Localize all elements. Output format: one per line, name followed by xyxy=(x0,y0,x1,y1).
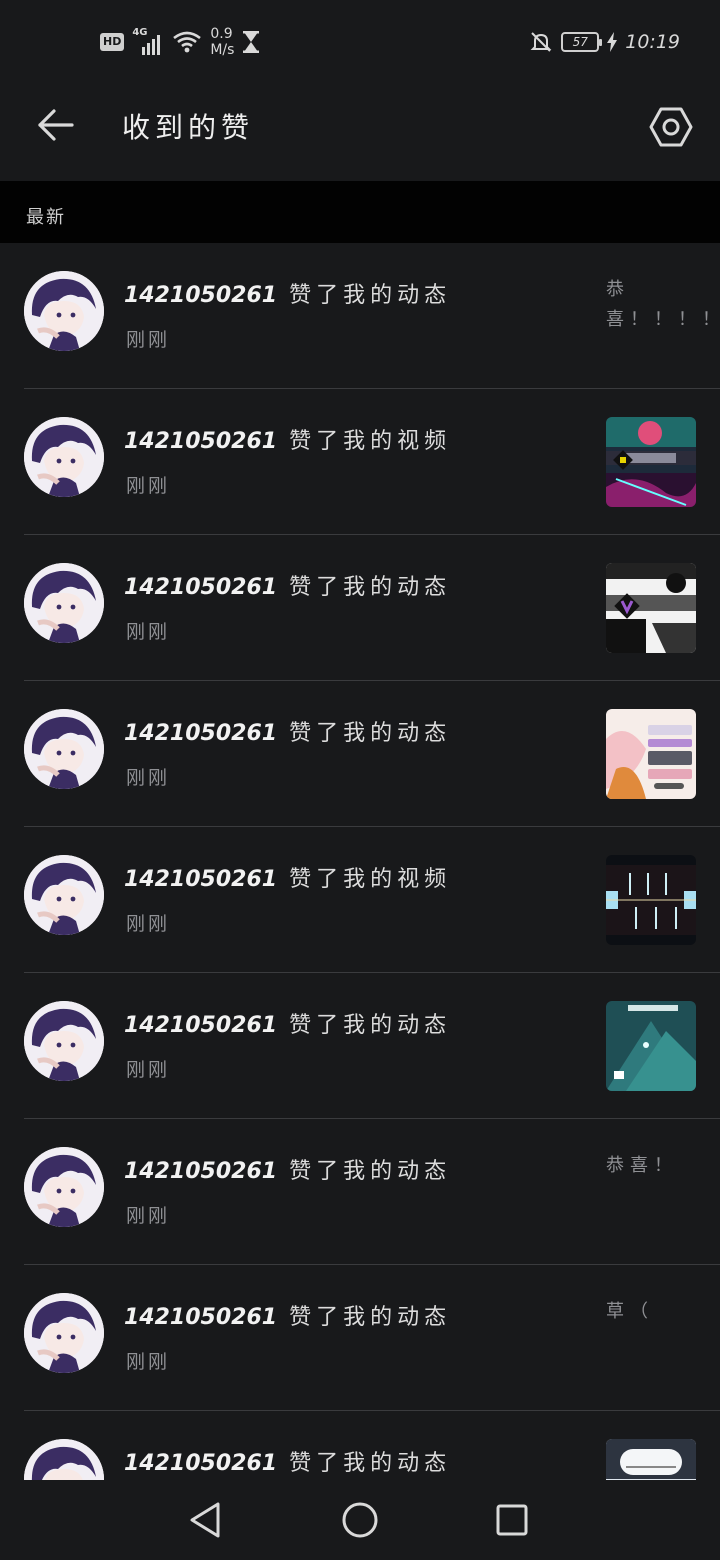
preview-thumbnail[interactable] xyxy=(606,563,696,653)
action-text: 赞了我的视频 xyxy=(289,867,452,892)
list-item[interactable]: 1421050261 赞了我的动态 刚刚 xyxy=(0,681,720,827)
status-right: 57 10:19 xyxy=(529,30,680,54)
action-text: 赞了我的动态 xyxy=(289,1159,452,1184)
username[interactable]: 1421050261 xyxy=(124,575,277,600)
avatar[interactable] xyxy=(24,417,104,497)
username[interactable]: 1421050261 xyxy=(124,1451,277,1476)
username[interactable]: 1421050261 xyxy=(124,1159,277,1184)
action-text: 赞了我的动态 xyxy=(289,1305,452,1330)
preview-thumbnail[interactable] xyxy=(606,709,696,799)
timestamp: 刚刚 xyxy=(126,475,171,497)
back-button[interactable] xyxy=(28,102,84,148)
preview-thumbnail[interactable] xyxy=(606,1001,696,1091)
list-item[interactable]: 1421050261 赞了我的动态 xyxy=(0,1411,720,1480)
action-text: 赞了我的动态 xyxy=(289,721,452,746)
timestamp: 刚刚 xyxy=(126,767,171,789)
notification-line: 1421050261 赞了我的动态 xyxy=(124,1445,451,1477)
list-item[interactable]: 1421050261 赞了我的视频 刚刚 xyxy=(0,827,720,973)
preview-text[interactable]: 草（ xyxy=(606,1297,696,1327)
timestamp: 刚刚 xyxy=(126,621,171,643)
notification-line: 1421050261 赞了我的视频 xyxy=(124,423,451,455)
list-item[interactable]: 1421050261 赞了我的动态 刚刚 恭喜！！！！… xyxy=(0,243,720,389)
settings-button[interactable] xyxy=(646,102,696,152)
username[interactable]: 1421050261 xyxy=(124,867,277,892)
preview-thumbnail[interactable] xyxy=(606,1439,696,1480)
list-item[interactable]: 1421050261 赞了我的视频 刚刚 xyxy=(0,389,720,535)
navigation-bar xyxy=(0,1480,720,1560)
hd-badge: HD xyxy=(100,33,125,51)
preview-thumbnail[interactable] xyxy=(606,417,696,507)
nav-home-button[interactable] xyxy=(340,1500,380,1540)
notification-line: 1421050261 赞了我的动态 xyxy=(124,1153,451,1185)
username[interactable]: 1421050261 xyxy=(124,1013,277,1038)
nav-recents-button[interactable] xyxy=(492,1500,532,1540)
network-speed: 0.9 M/s xyxy=(210,26,234,58)
timestamp: 刚刚 xyxy=(126,1351,171,1373)
section-header: 最新 xyxy=(0,181,720,243)
action-text: 赞了我的动态 xyxy=(289,1451,452,1476)
preview-text[interactable]: 恭喜！ xyxy=(606,1151,696,1181)
preview-text[interactable]: 恭喜！！！！… xyxy=(606,275,720,335)
avatar[interactable] xyxy=(24,271,104,351)
hourglass-icon xyxy=(243,31,260,53)
timestamp: 刚刚 xyxy=(126,1059,171,1081)
section-label-latest: 最新 xyxy=(26,207,66,228)
notification-line: 1421050261 赞了我的动态 xyxy=(124,715,451,747)
avatar[interactable] xyxy=(24,709,104,789)
charging-bolt-icon xyxy=(607,32,618,52)
notification-line: 1421050261 赞了我的视频 xyxy=(124,861,451,893)
action-text: 赞了我的动态 xyxy=(289,575,452,600)
avatar[interactable] xyxy=(24,1439,104,1480)
timestamp: 刚刚 xyxy=(126,329,171,351)
action-text: 赞了我的动态 xyxy=(289,1013,452,1038)
avatar[interactable] xyxy=(24,1147,104,1227)
back-arrow-icon xyxy=(38,109,74,141)
notification-line: 1421050261 赞了我的动态 xyxy=(124,1007,451,1039)
notification-line: 1421050261 赞了我的动态 xyxy=(124,569,451,601)
list-item[interactable]: 1421050261 赞了我的动态 刚刚 xyxy=(0,535,720,681)
settings-hexagon-icon xyxy=(649,107,693,147)
username[interactable]: 1421050261 xyxy=(124,429,277,454)
notification-line: 1421050261 赞了我的动态 xyxy=(124,277,451,309)
avatar[interactable] xyxy=(24,1001,104,1081)
preview-thumbnail[interactable] xyxy=(606,855,696,945)
avatar[interactable] xyxy=(24,855,104,935)
avatar[interactable] xyxy=(24,563,104,643)
username[interactable]: 1421050261 xyxy=(124,283,277,308)
clock: 10:19 xyxy=(625,31,680,53)
action-text: 赞了我的动态 xyxy=(289,283,452,308)
title-bar: 收到的赞 xyxy=(0,84,720,180)
likes-list[interactable]: 1421050261 赞了我的动态 刚刚 恭喜！！！！… 1421050261 … xyxy=(0,243,720,1480)
bell-off-icon xyxy=(530,32,552,52)
cellular-signal-icon: 4G xyxy=(132,27,164,55)
list-item[interactable]: 1421050261 赞了我的动态 刚刚 xyxy=(0,973,720,1119)
status-left: HD 4G 0.9 M/s xyxy=(100,26,260,58)
page-title: 收到的赞 xyxy=(122,111,255,144)
circle-home-icon xyxy=(342,1502,378,1538)
notification-line: 1421050261 赞了我的动态 xyxy=(124,1299,451,1331)
username[interactable]: 1421050261 xyxy=(124,1305,277,1330)
list-item[interactable]: 1421050261 赞了我的动态 刚刚 恭喜！ xyxy=(0,1119,720,1265)
action-text: 赞了我的视频 xyxy=(289,429,452,454)
square-recents-icon xyxy=(496,1504,528,1536)
status-bar: HD 4G 0.9 M/s 57 10:19 xyxy=(0,0,720,84)
avatar[interactable] xyxy=(24,1293,104,1373)
nav-back-button[interactable] xyxy=(186,1500,226,1540)
timestamp: 刚刚 xyxy=(126,1205,171,1227)
wifi-icon xyxy=(173,31,202,53)
list-item[interactable]: 1421050261 赞了我的动态 刚刚 草（ xyxy=(0,1265,720,1411)
speed-unit: M/s xyxy=(210,42,235,58)
triangle-back-icon xyxy=(190,1502,220,1538)
username[interactable]: 1421050261 xyxy=(124,721,277,746)
speed-value: 0.9 xyxy=(210,26,233,42)
battery-indicator: 57 xyxy=(561,32,603,52)
timestamp: 刚刚 xyxy=(126,913,171,935)
